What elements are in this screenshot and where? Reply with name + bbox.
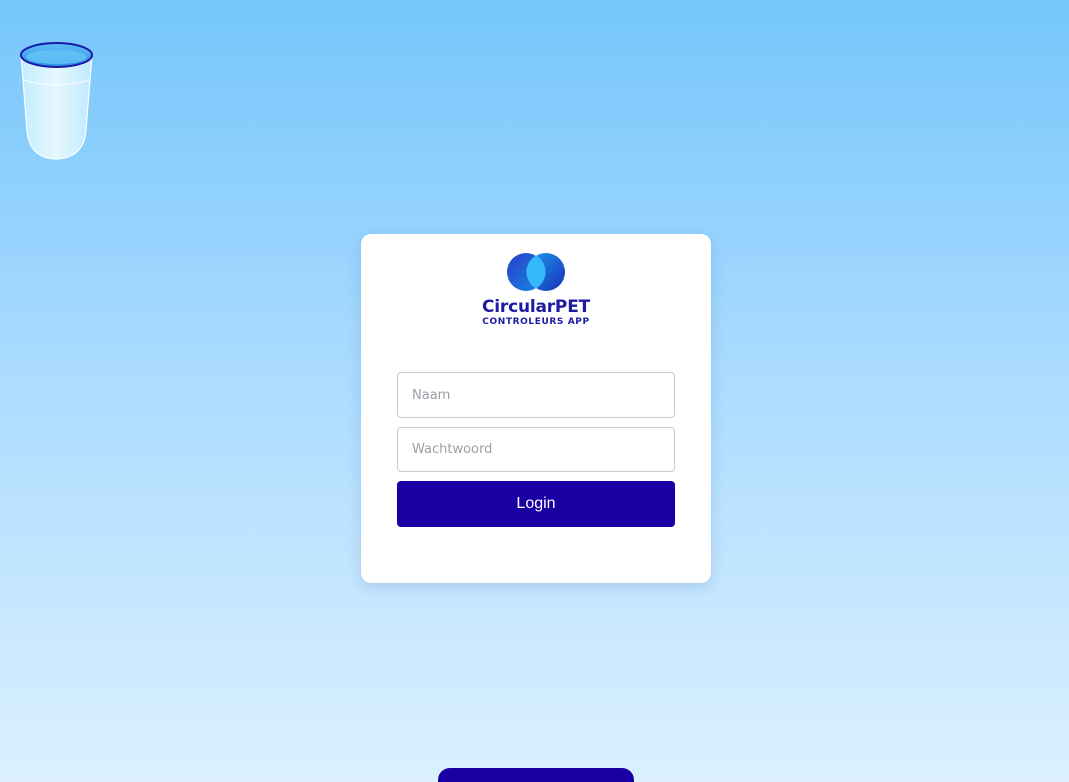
name-input[interactable] [397, 372, 675, 418]
logo-title: CircularPET [481, 297, 591, 317]
bottom-action-button[interactable] [438, 768, 634, 782]
login-button[interactable]: Login [397, 481, 675, 527]
login-card: CircularPET CONTROLEURS APP Login [361, 234, 711, 583]
logo-subtitle: CONTROLEURS APP [482, 317, 590, 327]
circularpet-logo: CircularPET CONTROLEURS APP [361, 250, 711, 330]
circularpet-logo-icon [507, 253, 565, 291]
water-cup-icon [20, 42, 93, 160]
password-input[interactable] [397, 427, 675, 472]
